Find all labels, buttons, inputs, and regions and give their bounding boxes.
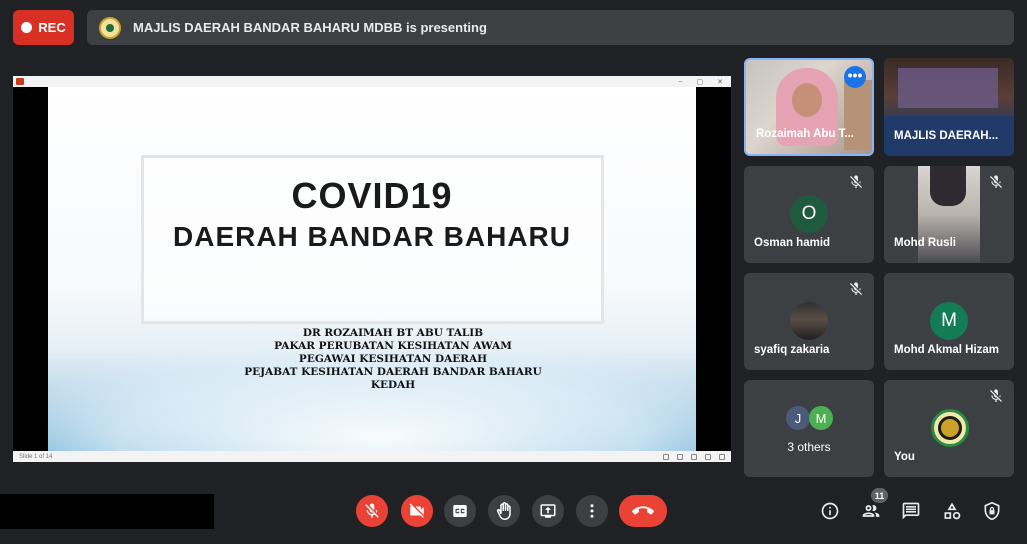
participant-name: Osman hamid xyxy=(754,237,831,249)
author-line: KEDAH xyxy=(370,379,416,391)
host-controls-button[interactable] xyxy=(981,500,1003,522)
author-line: DR ROZAIMAH BT ABU TALIB xyxy=(302,327,484,339)
recording-label: REC xyxy=(38,20,66,35)
present-now-button[interactable] xyxy=(532,495,564,527)
activities-icon xyxy=(944,502,961,520)
recording-indicator: REC xyxy=(13,10,74,45)
raise-hand-button[interactable] xyxy=(488,495,520,527)
participant-tile-osman[interactable]: O Osman hamid xyxy=(744,166,874,263)
slide-counter: Slide 1 of 14 xyxy=(19,453,53,460)
mic-off-icon xyxy=(850,282,862,295)
powerpoint-title-bar: – ▢ ✕ xyxy=(13,76,731,87)
tile-options-button[interactable]: ••• xyxy=(844,66,866,88)
raise-hand-icon xyxy=(496,502,511,520)
close-icon: ✕ xyxy=(717,78,723,86)
chat-button[interactable] xyxy=(900,500,922,522)
participant-tile-you[interactable]: You xyxy=(884,380,1014,477)
mic-toggle-button[interactable] xyxy=(356,495,388,527)
participant-name: syafiq zakaria xyxy=(754,344,830,356)
powerpoint-status-bar: Slide 1 of 14 xyxy=(13,451,731,462)
mic-off-icon xyxy=(850,175,862,188)
author-block: DR ROZAIMAH BT ABU TALIB PAKAR PERUBATAN… xyxy=(228,327,558,392)
video-feed xyxy=(898,68,998,108)
activities-button[interactable] xyxy=(941,500,963,522)
mic-off-icon xyxy=(990,389,1002,402)
participant-tile-rusli[interactable]: Mohd Rusli xyxy=(884,166,1014,263)
mic-off-icon xyxy=(990,175,1002,188)
slide-subtitle: DAERAH BANDAR BAHARU xyxy=(173,221,571,252)
zoom-icon xyxy=(719,453,725,460)
participant-count-badge: 11 xyxy=(871,488,888,503)
author-line: PAKAR PERUBATAN KESIHATAN AWAM xyxy=(274,340,512,352)
author-line: PEGAWAI KESIHATAN DAERAH xyxy=(298,353,488,365)
info-icon xyxy=(821,502,839,520)
people-button[interactable] xyxy=(860,500,882,522)
avatar: M xyxy=(930,302,968,340)
leave-call-button[interactable] xyxy=(619,495,667,527)
sorter-view-icon xyxy=(677,453,683,460)
slide-title: COVID19 xyxy=(291,175,453,216)
window-controls: – ▢ ✕ xyxy=(679,78,731,86)
avatar-photo xyxy=(790,302,828,340)
camera-off-icon xyxy=(409,503,424,518)
more-options-button[interactable] xyxy=(576,495,608,527)
reading-view-icon xyxy=(691,453,697,460)
shared-screen[interactable]: – ▢ ✕ COVID19 DAERAH BANDAR BAHARU DR RO… xyxy=(13,76,731,462)
minimize-icon: – xyxy=(678,77,683,85)
participant-name: You xyxy=(894,451,915,463)
participant-name: Mohd Akmal Hizam xyxy=(894,344,1000,356)
participant-name: MAJLIS DAERAH... xyxy=(894,130,999,142)
avatar: M xyxy=(809,406,833,430)
redacted-area xyxy=(0,494,214,529)
mdbb-logo-icon xyxy=(99,16,121,39)
powerpoint-icon xyxy=(16,78,24,85)
mdbb-logo-avatar xyxy=(931,409,969,447)
participant-name: Mohd Rusli xyxy=(894,237,956,249)
present-icon xyxy=(540,504,556,518)
slide: COVID19 DAERAH BANDAR BAHARU DR ROZAIMAH… xyxy=(48,87,696,451)
presenting-banner: MAJLIS DAERAH BANDAR BAHARU MDBB is pres… xyxy=(87,10,1014,45)
participant-tile-rozaimah[interactable]: ••• Rozaimah Abu T... xyxy=(744,58,874,156)
participant-tile-akmal[interactable]: M Mohd Akmal Hizam xyxy=(884,273,1014,370)
mic-off-icon xyxy=(365,503,379,518)
others-label: 3 others xyxy=(787,440,831,454)
participant-name: Rozaimah Abu T... xyxy=(756,128,854,140)
maximize-icon: ▢ xyxy=(696,78,704,86)
participant-tile-syafiq[interactable]: syafiq zakaria xyxy=(744,273,874,370)
captions-icon xyxy=(453,505,467,517)
chat-icon xyxy=(902,502,920,520)
camera-toggle-button[interactable] xyxy=(401,495,433,527)
people-icon xyxy=(862,505,880,517)
presenting-text: MAJLIS DAERAH BANDAR BAHARU MDBB is pres… xyxy=(133,20,487,35)
avatar: J xyxy=(786,406,810,430)
captions-button[interactable] xyxy=(444,495,476,527)
view-controls xyxy=(663,453,725,460)
avatar: O xyxy=(790,195,828,233)
more-options-icon xyxy=(590,504,594,518)
meeting-details-button[interactable] xyxy=(819,500,841,522)
slideshow-view-icon xyxy=(705,453,711,460)
participant-tile-majlis[interactable]: MAJLIS DAERAH... xyxy=(884,58,1014,156)
host-controls-icon xyxy=(984,501,1000,521)
author-line: PEJABAT KESIHATAN DAERAH BANDAR BAHARU xyxy=(244,366,542,378)
recording-dot-icon xyxy=(21,22,33,33)
normal-view-icon xyxy=(663,453,669,460)
hang-up-icon xyxy=(632,506,654,515)
participant-tile-others[interactable]: J M 3 others xyxy=(744,380,874,477)
